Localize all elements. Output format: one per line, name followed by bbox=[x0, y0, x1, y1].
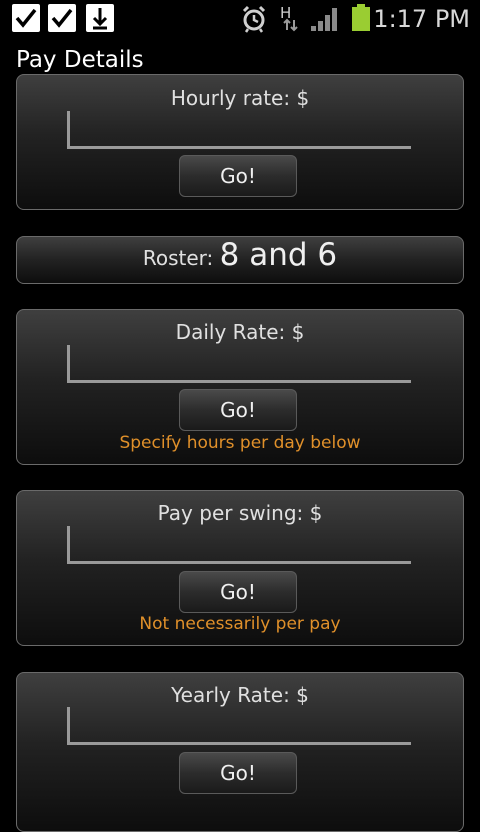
pay-per-swing-input[interactable] bbox=[67, 526, 411, 564]
pay-per-swing-card: Pay per swing: $ Go! Not necessarily per… bbox=[16, 490, 464, 646]
yearly-rate-label: Yearly Rate: $ bbox=[171, 683, 309, 707]
hspa-data-icon: H bbox=[280, 0, 306, 38]
daily-go-button[interactable]: Go! bbox=[179, 389, 297, 431]
status-bar: H 1:17 PM bbox=[0, 0, 480, 38]
swing-go-button[interactable]: Go! bbox=[179, 571, 297, 613]
status-time: 1:17 PM bbox=[373, 5, 470, 33]
page-title: Pay Details bbox=[16, 47, 144, 73]
yearly-rate-card: Yearly Rate: $ Go! bbox=[16, 672, 464, 832]
pay-per-swing-label: Pay per swing: $ bbox=[157, 501, 323, 525]
checkbox-icon bbox=[48, 4, 76, 32]
alarm-icon bbox=[240, 0, 268, 38]
checkbox-icon bbox=[12, 4, 40, 32]
yearly-go-button[interactable]: Go! bbox=[179, 752, 297, 794]
daily-rate-label: Daily Rate: $ bbox=[175, 320, 305, 344]
download-icon bbox=[86, 4, 114, 32]
hourly-go-button[interactable]: Go! bbox=[179, 155, 297, 197]
daily-rate-card: Daily Rate: $ Go! Specify hours per day … bbox=[16, 309, 464, 465]
hourly-rate-input[interactable] bbox=[67, 111, 411, 149]
roster-bar: Roster: 8 and 6 bbox=[16, 236, 464, 284]
hourly-rate-label: Hourly rate: $ bbox=[170, 86, 310, 110]
hourly-rate-card: Hourly rate: $ Go! bbox=[16, 74, 464, 210]
swing-hint-text: Not necessarily per pay bbox=[139, 614, 341, 634]
yearly-rate-input[interactable] bbox=[67, 707, 411, 745]
daily-hint-text: Specify hours per day below bbox=[119, 433, 361, 453]
roster-label: Roster: bbox=[142, 246, 220, 270]
signal-icon bbox=[308, 0, 342, 38]
daily-rate-input[interactable] bbox=[67, 345, 411, 383]
battery-icon bbox=[350, 0, 372, 38]
roster-value: 8 and 6 bbox=[219, 237, 338, 273]
